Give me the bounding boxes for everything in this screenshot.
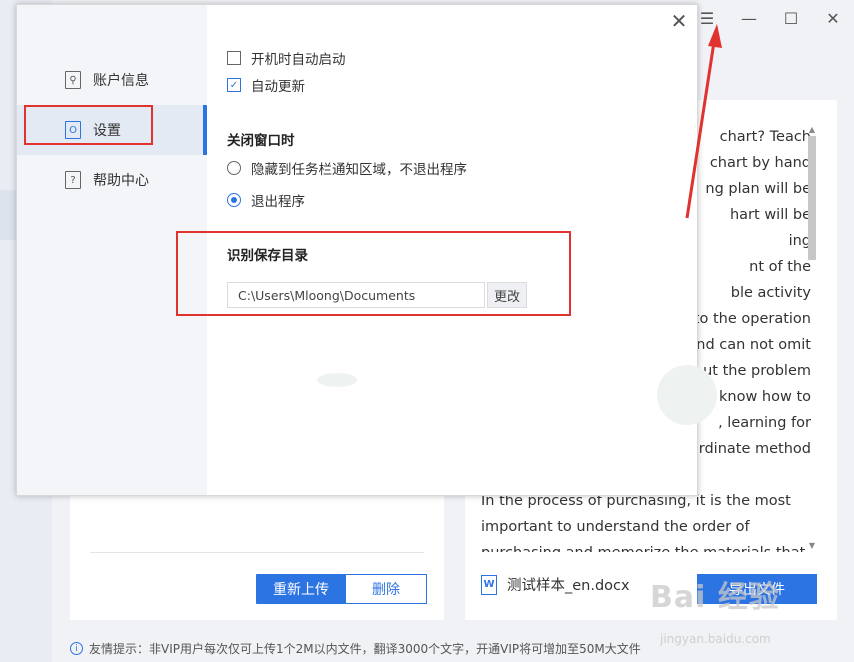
annotation-arrow <box>685 24 722 219</box>
